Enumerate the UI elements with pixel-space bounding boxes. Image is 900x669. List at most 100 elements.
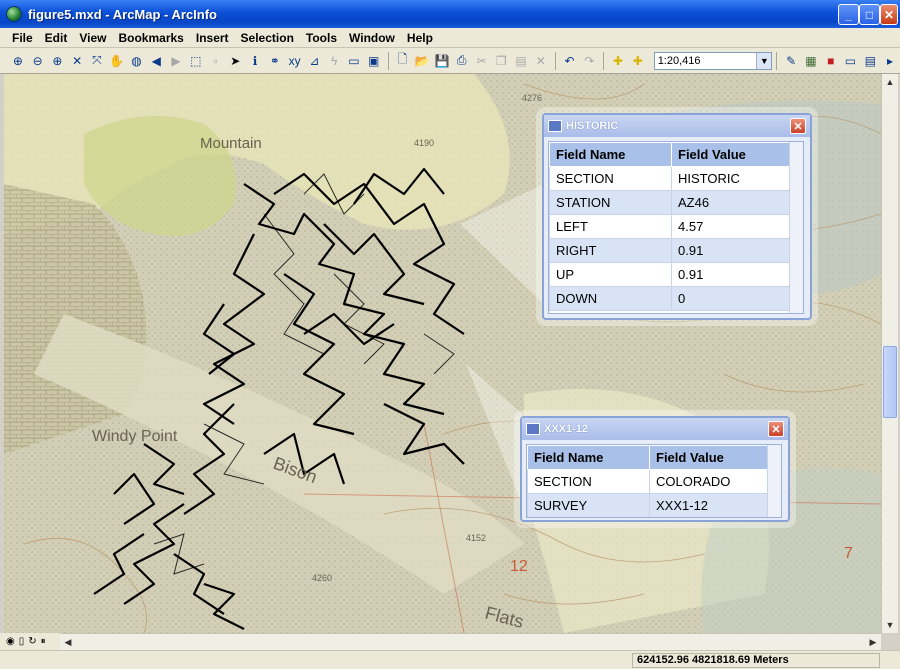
vertical-scrollbar[interactable]: ▲ ▼ xyxy=(881,74,898,633)
table-row[interactable]: LEFT 4.57 xyxy=(549,214,793,239)
menu-window[interactable]: Window xyxy=(341,31,399,45)
pan-hand-icon[interactable]: ✋ xyxy=(107,51,127,71)
cursor-coordinates: 624152.96 4821818.69 Meters xyxy=(632,653,880,668)
menu-edit[interactable]: Edit xyxy=(37,31,72,45)
attribute-table: Field Name Field Value SECTION COLORADO S… xyxy=(526,444,782,518)
back-arrow-icon[interactable]: ◀ xyxy=(146,51,166,71)
zoom-out-icon[interactable]: ⊖ xyxy=(28,51,48,71)
scroll-left-icon[interactable]: ◀ xyxy=(60,634,76,650)
delete-icon[interactable]: ✕ xyxy=(531,51,551,71)
field-name-cell: LEFT xyxy=(549,214,672,239)
field-value-cell: AZ46 xyxy=(671,190,793,215)
table-row[interactable]: SECTION COLORADO xyxy=(527,469,771,494)
select-elements-icon[interactable]: ➤ xyxy=(225,51,245,71)
table-row[interactable]: STATION AZ46 xyxy=(549,190,793,215)
field-name-cell: STATION xyxy=(549,190,672,215)
map-label: 4276 xyxy=(522,93,542,103)
menu-help[interactable]: Help xyxy=(399,31,437,45)
table-row[interactable]: RIGHT 0.91 xyxy=(549,238,793,263)
menu-view[interactable]: View xyxy=(71,31,110,45)
paste-icon[interactable]: ▤ xyxy=(511,51,531,71)
measure-icon[interactable]: ⊿ xyxy=(304,51,324,71)
model-builder-icon[interactable]: ▤ xyxy=(860,51,880,71)
select-features-icon[interactable]: ⬚ xyxy=(186,51,206,71)
pause-drawing-icon[interactable]: ⏸ xyxy=(41,636,46,647)
catalog-icon[interactable]: ▦ xyxy=(801,51,821,71)
add-xy-data-icon[interactable]: ✚ xyxy=(628,51,648,71)
scroll-down-icon[interactable]: ▼ xyxy=(882,617,898,633)
new-document-icon[interactable]: 🗋 xyxy=(393,51,413,71)
data-view-icon[interactable]: ◉ xyxy=(6,636,15,647)
full-extent-icon[interactable]: ⤧ xyxy=(87,51,107,71)
menu-bookmarks[interactable]: Bookmarks xyxy=(110,31,187,45)
menu-selection[interactable]: Selection xyxy=(233,31,298,45)
close-button[interactable]: ✕ xyxy=(880,4,898,25)
more-tools-icon[interactable]: ▸ xyxy=(880,51,900,71)
zoom-in-fixed-icon[interactable]: ⊕ xyxy=(48,51,68,71)
identify-popup-historic[interactable]: HISTORIC ✕ Field Name Field Value SECTIO… xyxy=(542,113,812,320)
go-to-xy-icon[interactable]: xy xyxy=(285,51,305,71)
map-display[interactable]: Mountain 4276 4190 Windy Point Bison 415… xyxy=(4,74,881,633)
scroll-right-icon[interactable]: ▶ xyxy=(865,634,881,650)
save-icon[interactable]: 💾 xyxy=(432,51,452,71)
map-label: 4190 xyxy=(414,138,434,148)
identify-icon[interactable]: ℹ xyxy=(245,51,265,71)
vertical-scroll-thumb[interactable] xyxy=(883,346,897,418)
menu-file[interactable]: File xyxy=(0,31,37,45)
copy-icon[interactable]: ❐ xyxy=(491,51,511,71)
column-header-field-value[interactable]: Field Value xyxy=(671,142,793,167)
map-scale-dropdown[interactable]: 1:20,416 ▼ xyxy=(653,51,773,70)
minimize-button[interactable]: _ xyxy=(838,4,859,25)
identify-popup-survey[interactable]: XXX1-12 ✕ Field Name Field Value SECTION… xyxy=(520,416,790,522)
popup-title-bar[interactable]: XXX1-12 xyxy=(522,418,788,440)
map-label: Mountain xyxy=(200,135,262,152)
globe-icon[interactable]: ◍ xyxy=(127,51,147,71)
html-popup-icon[interactable]: ▭ xyxy=(344,51,364,71)
find-binoculars-icon[interactable]: ⚭ xyxy=(265,51,285,71)
cut-icon[interactable]: ✂ xyxy=(472,51,492,71)
attribute-grid: Field Name Field Value SECTION HISTORIC S… xyxy=(549,142,793,311)
zoom-in-icon[interactable]: ⊕ xyxy=(8,51,28,71)
print-icon[interactable]: ⎙ xyxy=(452,51,472,71)
scroll-up-icon[interactable]: ▲ xyxy=(882,74,898,90)
table-row[interactable]: SECTION HISTORIC xyxy=(549,166,793,191)
field-name-cell: SURVEY xyxy=(527,493,650,517)
field-name-cell: RIGHT xyxy=(549,238,672,263)
hyperlink-icon[interactable]: ϟ xyxy=(324,51,344,71)
refresh-icon[interactable]: ↻ xyxy=(28,636,36,647)
table-row[interactable]: UP 0.91 xyxy=(549,262,793,287)
field-value-cell: 0 xyxy=(671,286,793,311)
column-header-field-value[interactable]: Field Value xyxy=(649,445,771,470)
maximize-button[interactable]: □ xyxy=(859,4,880,25)
command-line-icon[interactable]: ▭ xyxy=(841,51,861,71)
field-value-cell: HISTORIC xyxy=(671,166,793,191)
menu-insert[interactable]: Insert xyxy=(188,31,233,45)
menu-tools[interactable]: Tools xyxy=(298,31,341,45)
forward-arrow-icon[interactable]: ▶ xyxy=(166,51,186,71)
popup-title-bar[interactable]: HISTORIC xyxy=(544,115,810,137)
open-folder-icon[interactable]: 📂 xyxy=(412,51,432,71)
toolbar-separator xyxy=(387,51,389,70)
zoom-out-fixed-icon[interactable]: ✕ xyxy=(67,51,87,71)
layout-view-icon[interactable]: ▯ xyxy=(19,636,25,647)
map-scale-value: 1:20,416 xyxy=(657,54,701,67)
field-value-cell: 0.91 xyxy=(671,262,793,287)
html-popup-2-icon[interactable]: ▣ xyxy=(364,51,384,71)
add-data-icon[interactable]: ✚ xyxy=(608,51,628,71)
popup-scrollbar[interactable] xyxy=(789,142,803,313)
horizontal-scrollbar[interactable]: ◀ ▶ xyxy=(60,633,881,650)
redo-icon[interactable]: ↷ xyxy=(579,51,599,71)
editor-toolbar-icon[interactable]: ✎ xyxy=(781,51,801,71)
column-header-field-name[interactable]: Field Name xyxy=(527,445,650,470)
undo-icon[interactable]: ↶ xyxy=(560,51,580,71)
popup-close-button[interactable]: ✕ xyxy=(790,118,806,134)
popup-close-button[interactable]: ✕ xyxy=(768,421,784,437)
table-row[interactable]: SURVEY XXX1-12 xyxy=(527,493,771,517)
chevron-down-icon[interactable]: ▼ xyxy=(756,52,772,69)
arctoolbox-icon[interactable]: ■ xyxy=(821,51,841,71)
column-header-field-name[interactable]: Field Name xyxy=(549,142,672,167)
field-value-cell: XXX1-12 xyxy=(649,493,771,517)
popup-scrollbar[interactable] xyxy=(767,445,781,517)
table-row[interactable]: DOWN 0 xyxy=(549,286,793,311)
clear-selection-icon[interactable]: ▫ xyxy=(206,51,226,71)
